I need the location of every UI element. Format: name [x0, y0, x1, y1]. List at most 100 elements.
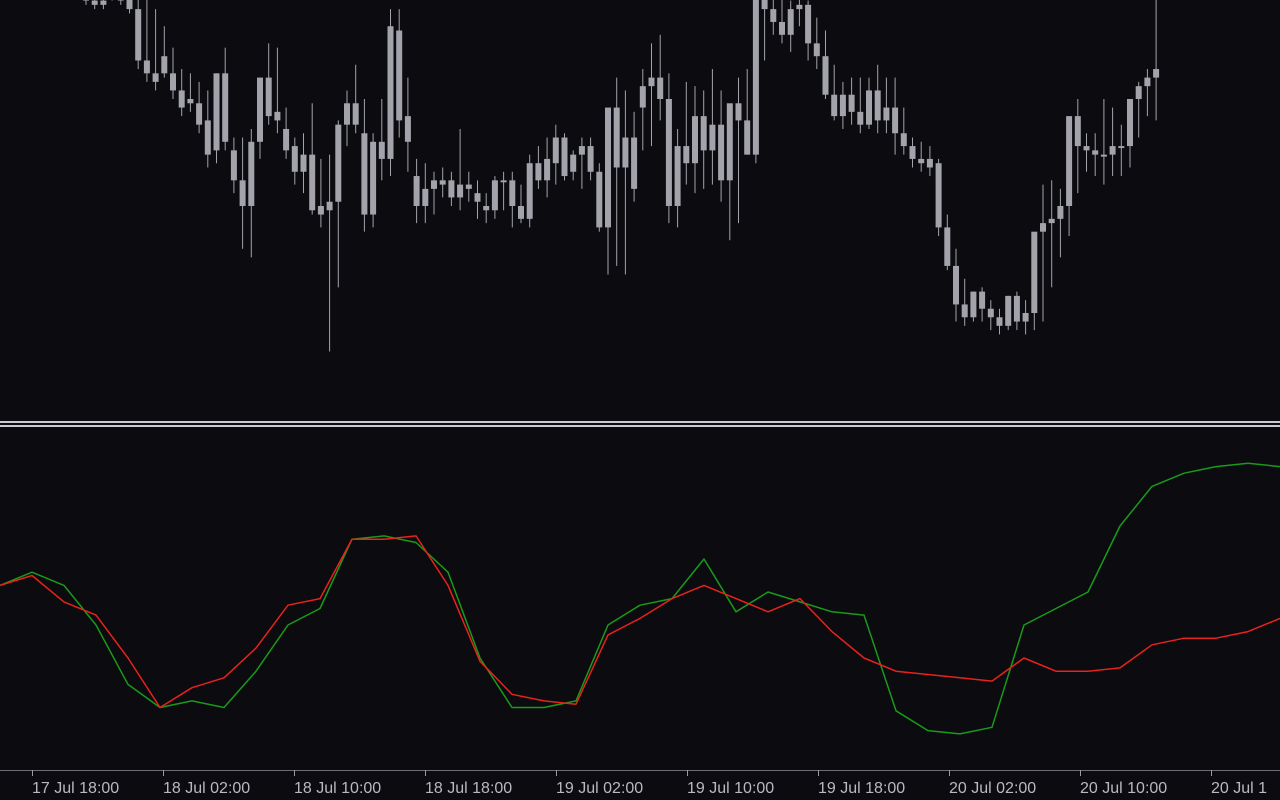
candle-body — [326, 201, 333, 211]
candle-body — [352, 103, 359, 125]
candle — [970, 291, 977, 322]
candle — [361, 99, 368, 232]
candle-body — [152, 73, 159, 82]
candle-body — [404, 116, 411, 142]
candle-body — [361, 133, 368, 215]
candle — [474, 180, 481, 219]
candle — [683, 81, 690, 185]
candle-body — [300, 154, 307, 172]
time-tick-label: 20 Jul 02:00 — [949, 780, 1037, 797]
candle-body — [1109, 146, 1116, 155]
candle-body — [665, 99, 672, 206]
price-chart[interactable] — [0, 0, 1280, 421]
candle — [1031, 231, 1038, 331]
candle-body — [370, 141, 377, 215]
candle — [1022, 300, 1029, 335]
candle-body — [1100, 154, 1107, 157]
time-tick-mark — [163, 770, 164, 776]
candle — [987, 300, 994, 331]
time-tick-label: 20 Jul 10:00 — [1080, 780, 1168, 797]
candle-body — [631, 137, 638, 189]
candle — [439, 167, 446, 198]
candle — [944, 214, 951, 271]
candle — [926, 146, 933, 177]
indicator-chart[interactable] — [0, 427, 1280, 770]
candle-body — [961, 304, 968, 318]
candle-body — [587, 146, 594, 172]
candle — [900, 107, 907, 155]
candle-body — [1031, 231, 1038, 313]
candle — [230, 137, 237, 194]
candle — [404, 77, 411, 172]
candle-body — [787, 9, 794, 35]
candle-body — [839, 94, 846, 117]
candle — [631, 111, 638, 202]
candle — [961, 278, 968, 326]
candle-body — [143, 60, 150, 74]
candle — [387, 9, 394, 177]
candle-body — [1144, 77, 1151, 87]
candle-body — [500, 180, 507, 183]
candle — [100, 0, 107, 10]
time-tick-mark — [32, 770, 33, 776]
candle — [291, 137, 298, 185]
candle — [1040, 184, 1046, 322]
candle — [996, 308, 1003, 335]
candle — [744, 69, 751, 155]
candle-body — [1057, 206, 1064, 219]
candle-body — [91, 0, 98, 5]
candle — [648, 43, 655, 147]
candle-body — [230, 150, 237, 181]
candle-body — [578, 146, 585, 155]
candle-body — [378, 141, 385, 159]
time-tick-label: 19 Jul 02:00 — [556, 780, 644, 797]
candle-body — [422, 188, 429, 206]
candle-body — [483, 206, 490, 211]
candle-body — [535, 163, 542, 181]
candle — [239, 137, 246, 249]
candle-body — [1135, 86, 1142, 99]
candle — [639, 69, 646, 151]
candle — [1127, 99, 1133, 168]
candle — [178, 69, 185, 117]
candle-body — [135, 9, 142, 61]
candle — [457, 128, 464, 211]
candle-body — [735, 103, 742, 121]
candle-body — [700, 116, 707, 151]
candle-body — [874, 90, 881, 121]
candle — [344, 90, 350, 147]
candle-body — [196, 103, 203, 125]
candle-body — [509, 180, 516, 206]
candle — [866, 77, 872, 129]
candle-body — [552, 137, 559, 164]
candle-body — [683, 146, 690, 164]
candle — [839, 81, 846, 129]
candle — [222, 47, 229, 151]
candle-body — [570, 154, 577, 172]
candle — [831, 64, 838, 121]
candle-body — [222, 73, 229, 142]
candle-body — [1153, 69, 1160, 78]
time-tick-label: 19 Jul 10:00 — [687, 780, 775, 797]
candle — [483, 193, 490, 224]
candle-body — [1066, 116, 1073, 206]
candle-body — [317, 206, 324, 215]
candle — [143, 0, 150, 82]
candle — [161, 26, 168, 78]
candle — [422, 163, 429, 224]
candle — [448, 171, 455, 206]
candle — [317, 158, 324, 228]
candle-body — [431, 180, 437, 189]
candle — [587, 137, 594, 181]
candle — [117, 0, 124, 5]
candle — [352, 64, 359, 134]
candle-body — [344, 103, 350, 125]
time-tick-mark — [556, 770, 557, 776]
trading-chart-window: 17 Jul 18:00 18 Jul 02:00 18 Jul 10:00 18 J… — [0, 0, 1280, 800]
candle-body — [239, 180, 246, 206]
candle-body — [465, 184, 472, 189]
candle — [622, 90, 629, 275]
candle — [126, 0, 133, 14]
candle-body — [474, 193, 481, 202]
candle — [857, 77, 864, 134]
